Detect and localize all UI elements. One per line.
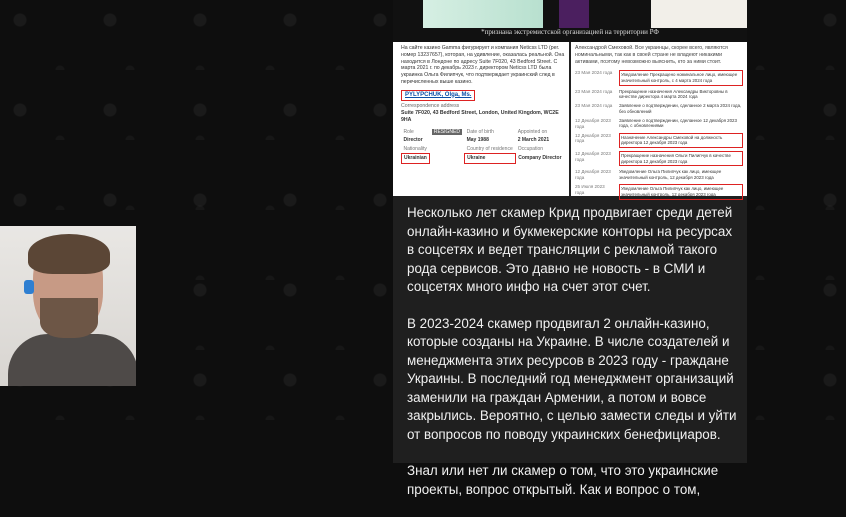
- filing-row: 23 Мая 2024 года Уведомление Прекращено н…: [575, 70, 743, 86]
- filing-description: Уведомление Ольга Пилипчук как лицо, име…: [619, 184, 743, 200]
- appointed-value: 2 March 2021: [517, 137, 550, 144]
- role-value: Director: [403, 137, 423, 144]
- correspondence-address: Suite 7F020, 43 Bedford Street, London, …: [401, 110, 559, 123]
- filing-intro: Александрой Смеховой. Все украинцы, скор…: [575, 45, 728, 65]
- nationality-value: Ukrainian: [400, 153, 431, 164]
- filing-row: 12 Декабря 2023 года Назначение Александр…: [575, 132, 743, 148]
- image-caption: *признана экстремистской организацией на…: [481, 28, 659, 36]
- filing-row: 25 Июля 2023 года Уведомление Ольга Пилип…: [575, 184, 743, 200]
- company-registry-excerpt: На сайте казино Gamma фигурирует и компа…: [400, 45, 565, 193]
- filing-description: Прекращение назначения Ольги Пилипчук в …: [619, 150, 743, 167]
- filing-description: Заявление о подтверждении, сделанное 2 м…: [619, 103, 742, 114]
- status-badge: RESIGNED: [431, 128, 462, 135]
- filing-description: Уведомление Прекращено номинальное лицо,…: [619, 70, 743, 86]
- country-value: Ukraine: [464, 153, 517, 164]
- filing-row: 23 Мая 2024 года Заявление о подтверждени…: [575, 103, 743, 114]
- filing-description: Заявление о подтверждении, сделанное 12 …: [619, 117, 737, 129]
- nationality-label: Nationality: [403, 145, 427, 152]
- filing-history-excerpt: Александрой Смеховой. Все украинцы, скор…: [575, 45, 743, 200]
- post-paragraph: В 2023-2024 скамер продвигал 2 онлайн-ка…: [407, 315, 737, 442]
- country-label: Country of residence: [466, 145, 513, 152]
- filing-date: 12 Декабря 2023 года: [575, 169, 611, 181]
- officer-name: PYLYPCHUK, Olga, Ms.: [401, 89, 476, 102]
- filing-description: Прекращение назначения Александры Виктор…: [619, 88, 728, 100]
- casino-site-thumbnail: [423, 0, 543, 28]
- post-paragraph: Несколько лет скамер Крид продвигает сре…: [407, 205, 733, 294]
- filing-date: 12 Декабря 2023 года: [575, 150, 611, 162]
- promo-thumbnail: [651, 0, 747, 28]
- post-paragraph: Знал или нет ли скамер о том, что это ук…: [407, 463, 719, 497]
- role-label: Role: [403, 128, 414, 135]
- post-text: Несколько лет скамер Крид продвигает сре…: [407, 204, 737, 517]
- webcam-overlay: [0, 226, 136, 386]
- post-image-documents[interactable]: На сайте казино Gamma фигурирует и компа…: [393, 42, 747, 200]
- post-image-top[interactable]: *признана экстремистской организацией на…: [393, 0, 747, 42]
- occupation-label: Occupation: [517, 145, 544, 152]
- streamer-body: [8, 334, 136, 386]
- appointed-label: Appointed on: [517, 128, 548, 135]
- channel-post: *признана экстремистской организацией на…: [393, 0, 747, 497]
- filing-row: 12 Декабря 2023 года Прекращение назначен…: [575, 150, 743, 167]
- filing-description: Уведомление Ольга Пилипчук как лицо, име…: [619, 169, 722, 181]
- filing-row: 12 Декабря 2023 года Заявление о подтверж…: [575, 118, 743, 130]
- filing-date: 25 Июля 2023 года: [575, 184, 605, 196]
- filing-description: Назначение Александры Смеховой на должно…: [619, 132, 743, 148]
- headset-icon: [24, 280, 34, 294]
- excerpt-intro: На сайте казино Gamma фигурирует и компа…: [401, 45, 565, 85]
- filing-timeline: 23 Мая 2024 года Уведомление Прекращено н…: [575, 70, 743, 200]
- dob-label: Date of birth: [466, 128, 494, 135]
- filing-date: 23 Мая 2024 года: [575, 103, 613, 109]
- filing-date: 12 Декабря 2023 года: [575, 117, 611, 129]
- image-divider: [569, 42, 571, 196]
- streamer-hair: [28, 234, 110, 274]
- correspondence-label: Correspondence address: [401, 103, 460, 110]
- filing-date: 23 Мая 2024 года: [575, 88, 613, 94]
- filing-date: 12 Декабря 2023 года: [575, 132, 611, 144]
- officer-details-table: Role RESIGNED Date of birth Appointed on…: [400, 128, 565, 164]
- filing-date: 23 Мая 2024 года: [575, 70, 613, 76]
- game-thumbnail: [559, 0, 589, 28]
- dob-value: May 1988: [466, 137, 489, 144]
- occupation-value: Company Director: [518, 154, 562, 161]
- filing-row: 12 Декабря 2023 года Уведомление Ольга Пи…: [575, 169, 743, 181]
- streamer-beard: [40, 298, 98, 338]
- filing-row: 23 Мая 2024 года Прекращение назначения А…: [575, 89, 743, 100]
